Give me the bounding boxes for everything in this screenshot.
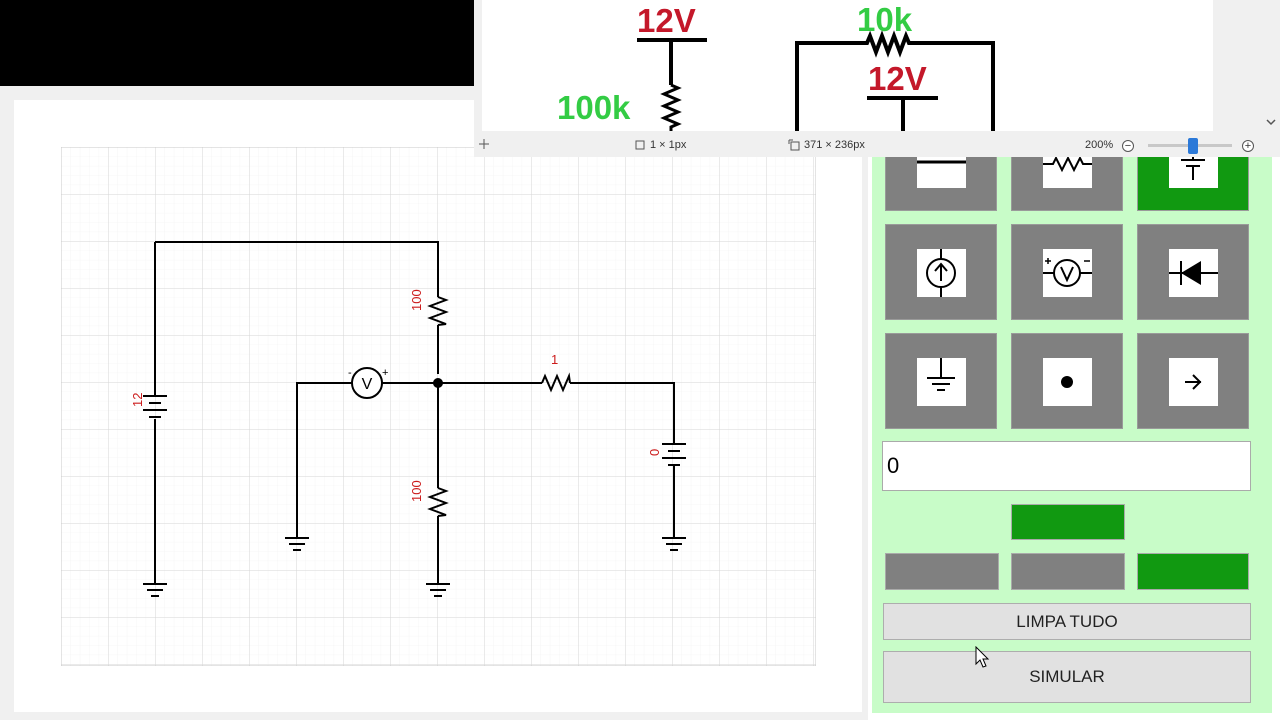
- resistor-bottom-label: 100: [409, 480, 424, 502]
- selection-size-text: 371 × 236px: [804, 139, 865, 151]
- clear-all-button[interactable]: LIMPA TUDO: [883, 603, 1251, 640]
- component-value-input[interactable]: [882, 441, 1251, 491]
- battery-left-label: 12: [130, 393, 145, 407]
- tool-arrow[interactable]: [1137, 333, 1249, 429]
- tool-diode[interactable]: [1137, 224, 1249, 320]
- simulate-button[interactable]: SIMULAR: [883, 651, 1251, 703]
- confirm-green-button[interactable]: [1011, 504, 1125, 540]
- preview-label-right-voltage: 12V: [868, 60, 927, 97]
- diode-icon: [1169, 249, 1218, 297]
- zoom-slider-thumb[interactable]: [1188, 138, 1198, 154]
- selection-size-item: 371 × 236px: [788, 139, 865, 151]
- voltmeter-minus: -: [348, 367, 352, 379]
- node-dot-icon: [1043, 358, 1092, 406]
- voltmeter-icon: [1043, 249, 1092, 297]
- resistor-top-label: 100: [409, 289, 424, 311]
- preview-label-top-right-resistor: 10k: [857, 1, 913, 38]
- zoom-in-icon[interactable]: +: [1242, 140, 1254, 152]
- arrow-right-icon: [1169, 358, 1218, 406]
- resistor-series-label: 1: [551, 352, 558, 367]
- tool-ammeter[interactable]: [885, 224, 997, 320]
- cursor-size-item: 1 × 1px: [634, 139, 686, 151]
- option-green-button[interactable]: [1137, 553, 1249, 590]
- black-region: [0, 0, 474, 86]
- cursor-size-text: 1 × 1px: [650, 139, 687, 151]
- tool-voltmeter[interactable]: [1011, 224, 1123, 320]
- move-icon: [479, 139, 489, 149]
- zoom-out-icon[interactable]: −: [1122, 140, 1134, 152]
- mouse-cursor-icon: [975, 646, 990, 668]
- zoom-level-text: 200%: [1085, 139, 1114, 151]
- cursor-size-icon: [635, 140, 645, 150]
- junction-node[interactable]: [433, 378, 443, 388]
- preview-label-top-voltage: 12V: [637, 2, 696, 39]
- circuit-canvas[interactable]: 12 100 100 1 V - + 0: [61, 147, 816, 666]
- preview-scrollbar[interactable]: [1262, 0, 1280, 131]
- preview-canvas: 12V 100k 10k 12V: [482, 0, 1213, 131]
- selection-size-icon: [788, 139, 800, 151]
- tool-node[interactable]: [1011, 333, 1123, 429]
- current-source-icon: [917, 249, 966, 297]
- voltmeter-symbol: V: [362, 376, 373, 393]
- battery-right-label: 0: [647, 449, 662, 456]
- option-gray-button-1[interactable]: [885, 553, 999, 590]
- ground-icon: [917, 358, 966, 406]
- tool-ground[interactable]: [885, 333, 997, 429]
- preview-label-left-resistor: 100k: [557, 89, 631, 126]
- option-gray-button-2[interactable]: [1011, 553, 1125, 590]
- voltmeter-plus: +: [382, 367, 388, 379]
